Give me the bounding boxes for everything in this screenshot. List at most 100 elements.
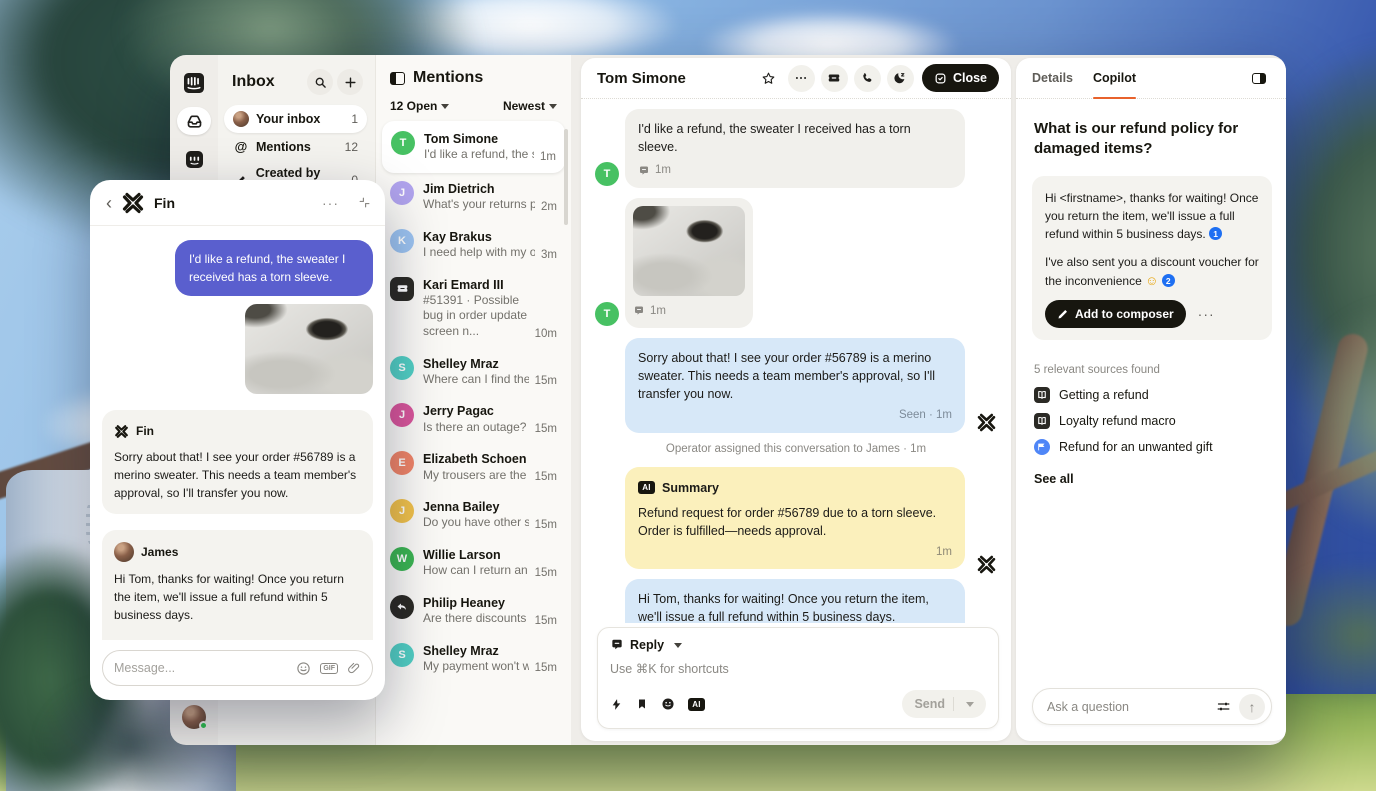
- sidebar-item-label: Mentions: [256, 140, 311, 154]
- reply-input[interactable]: [610, 662, 986, 676]
- list-item[interactable]: S Shelley Mraz My payment won't wor...15…: [376, 635, 571, 683]
- conversation-preview: My trousers are the wr...: [423, 468, 529, 484]
- citation-1[interactable]: 1: [1209, 227, 1222, 240]
- list-item[interactable]: Kari Emard III #51391 · Possible bug in …: [376, 269, 571, 348]
- list-item[interactable]: S Shelley Mraz Where can I find the late…: [376, 348, 571, 396]
- tab-details[interactable]: Details: [1032, 58, 1073, 98]
- customer-image-message: T 1m: [581, 198, 1011, 328]
- shortcut-bolt-icon[interactable]: [610, 698, 623, 711]
- fin-messenger-widget: ‹ Fin ··· I'd like a refund, the sweater…: [90, 180, 385, 700]
- list-item[interactable]: J Jim Dietrich What's your returns poli.…: [376, 173, 571, 221]
- source-item[interactable]: Getting a refund: [1034, 382, 1270, 408]
- emoji-icon[interactable]: [296, 661, 311, 676]
- list-item[interactable]: W Willie Larson How can I return an ite.…: [376, 539, 571, 587]
- source-label: Getting a refund: [1059, 388, 1149, 402]
- user-message-bubble: I'd like a refund, the sweater I receive…: [175, 240, 373, 296]
- conversation-time: 15m: [535, 423, 557, 435]
- list-item[interactable]: T Tom Simone I'd like a refund, the swe.…: [382, 121, 565, 173]
- conversation-name: Kari Emard III: [423, 277, 557, 293]
- message-text: I'd like a refund, the sweater I receive…: [638, 122, 911, 154]
- snooze-button[interactable]: [887, 65, 914, 92]
- collapse-widget-icon[interactable]: [358, 196, 371, 209]
- ask-question-bar[interactable]: ↑: [1032, 688, 1272, 725]
- answer-paragraph: Hi <firstname>, thanks for waiting! Once…: [1045, 189, 1259, 243]
- online-status-dot: [199, 721, 208, 730]
- user-image-attachment[interactable]: [245, 304, 373, 394]
- main-area: Tom Simone: [571, 55, 1286, 745]
- list-item[interactable]: J Jenna Bailey Do you have other size...…: [376, 491, 571, 539]
- agent-message-card: James Hi Tom, thanks for waiting! Once y…: [102, 530, 373, 640]
- chevron-down-icon: [549, 104, 557, 109]
- ai-badge-icon: AI: [638, 481, 655, 494]
- conversation-preview: How can I return an ite...: [423, 563, 529, 579]
- see-all-link[interactable]: See all: [1034, 472, 1270, 486]
- conversation-preview: Where can I find the late: [423, 372, 529, 388]
- attachment-image-sweater[interactable]: [633, 206, 745, 296]
- reply-composer[interactable]: Reply AI Send: [597, 627, 999, 729]
- emoji-picker-icon[interactable]: [661, 697, 675, 711]
- close-button[interactable]: Close: [922, 64, 999, 92]
- list-item[interactable]: K Kay Brakus I need help with my order3m: [376, 221, 571, 269]
- conversation-name: Elizabeth Schoen: [423, 451, 557, 467]
- collapse-panel-button[interactable]: [1246, 65, 1272, 91]
- saved-replies-icon[interactable]: [636, 698, 648, 710]
- unread-count: 1: [351, 112, 358, 126]
- new-conversation-button[interactable]: [337, 69, 363, 95]
- macro-icon: [1034, 413, 1050, 429]
- sidebar-item-label: Your inbox: [256, 112, 320, 126]
- conversation-time: 15m: [535, 471, 557, 483]
- sidebar-item-mentions[interactable]: @ Mentions 12: [224, 133, 367, 160]
- source-item[interactable]: Refund for an unwanted gift: [1034, 434, 1270, 460]
- summary-text: Refund request for order #56789 due to a…: [638, 506, 936, 538]
- fin-avatar: [976, 554, 997, 575]
- more-options-button[interactable]: [788, 65, 815, 92]
- list-item[interactable]: E Elizabeth Schoen My trousers are the w…: [376, 443, 571, 491]
- attachment-paperclip-icon[interactable]: [347, 661, 361, 675]
- list-item[interactable]: Philip Heaney Are there discounts av...1…: [376, 587, 571, 635]
- conversation-name: Shelley Mraz: [423, 643, 557, 659]
- citation-2[interactable]: 2: [1162, 274, 1175, 287]
- answer-more-button[interactable]: ···: [1198, 304, 1215, 325]
- send-button[interactable]: Send: [902, 690, 986, 718]
- widget-more-button[interactable]: ···: [322, 195, 339, 211]
- ask-question-input[interactable]: [1047, 700, 1208, 714]
- source-label: Refund for an unwanted gift: [1059, 440, 1213, 454]
- call-button[interactable]: [854, 65, 881, 92]
- open-filter-dropdown[interactable]: 12 Open: [390, 99, 449, 113]
- intercom-logo-icon[interactable]: [177, 69, 211, 97]
- widget-message-input[interactable]: [114, 661, 287, 675]
- search-button[interactable]: [307, 69, 333, 95]
- back-chevron-icon[interactable]: ‹: [106, 194, 112, 212]
- tab-copilot[interactable]: Copilot: [1093, 58, 1136, 98]
- reply-chat-icon: [610, 638, 624, 652]
- widget-message-bar[interactable]: GIF: [102, 650, 373, 686]
- panel-toggle-icon: [1252, 73, 1266, 84]
- user-avatar[interactable]: [182, 705, 206, 729]
- composer-mode[interactable]: Reply: [630, 638, 664, 652]
- source-item[interactable]: Loyalty refund macro: [1034, 408, 1270, 434]
- fin-ai-icon[interactable]: [177, 145, 211, 173]
- inbox-icon[interactable]: [177, 107, 211, 135]
- gif-picker-icon[interactable]: GIF: [320, 663, 338, 674]
- scrollbar[interactable]: [564, 129, 568, 225]
- ticket-button[interactable]: [821, 65, 848, 92]
- ai-assist-icon[interactable]: AI: [688, 698, 705, 711]
- add-to-composer-button[interactable]: Add to composer: [1045, 300, 1186, 328]
- resolve-check-icon: [934, 72, 947, 85]
- sender-name: James: [141, 543, 178, 561]
- filter-sliders-icon[interactable]: [1216, 699, 1231, 714]
- article-icon: [1034, 387, 1050, 403]
- search-icon: [314, 76, 327, 89]
- avatar: J: [390, 181, 414, 205]
- list-item[interactable]: J Jerry Pagac Is there an outage? I c...…: [376, 395, 571, 443]
- conversation-name: Jenna Bailey: [423, 499, 557, 515]
- star-icon: [761, 71, 776, 86]
- star-button[interactable]: [755, 65, 782, 92]
- submit-question-button[interactable]: ↑: [1239, 694, 1265, 720]
- avatar: [233, 111, 249, 127]
- sidebar-item-your-inbox[interactable]: Your inbox 1: [224, 105, 367, 133]
- conversation-preview: #51391 · Possible bug in order update sc…: [423, 293, 529, 340]
- avatar: T: [391, 131, 415, 155]
- conversation-time: 1m: [540, 151, 556, 163]
- sort-dropdown[interactable]: Newest: [503, 99, 557, 113]
